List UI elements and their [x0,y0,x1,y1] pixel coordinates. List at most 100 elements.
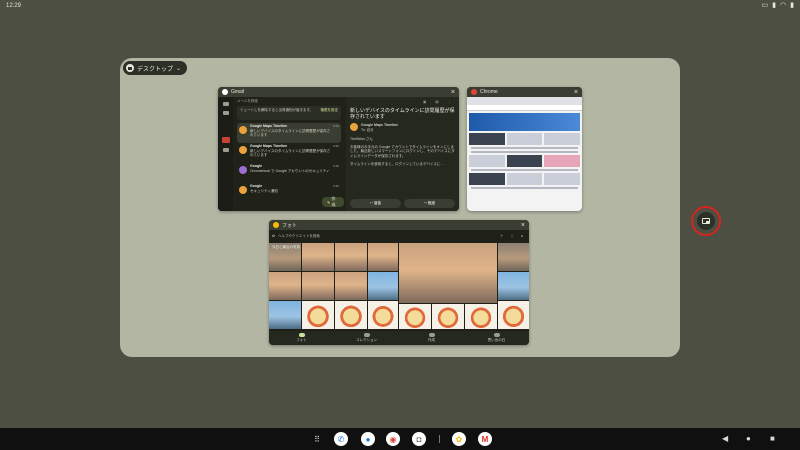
forward-button[interactable]: ↪ 転送 [404,199,455,208]
create-icon [428,333,435,337]
photos-titlebar[interactable]: フォト × [269,220,529,230]
gmail-title: Gmail [231,89,245,95]
launcher-icon[interactable]: ⠿ [310,432,324,446]
list-item-snippet: 新しいデバイスのタイムラインに訪問履歴が保存されています [250,148,331,158]
search-input[interactable]: メールを検索 [237,99,341,104]
photos-window[interactable]: フォト × ✿ ヘルプやクリエイトを検索 ＋ ♢ ● 今日と最近の写真 フォト … [269,220,529,345]
list-item[interactable]: Google Maps Timeline 新しいデバイスのタイムラインに訪問履歴が… [237,123,341,143]
camera-app-icon[interactable]: ◘ [412,432,426,446]
compose-label: 作成 [331,196,336,207]
photos-title: フォト [282,222,298,229]
reply-bar: ↩ 返信 ↪ 転送 [350,199,455,208]
back-icon[interactable]: ◀ [722,434,728,444]
close-icon[interactable]: × [451,89,455,96]
edit-icon[interactable] [222,111,229,115]
avatar [239,126,247,134]
status-bar: 12:29 ▭ ▮ ◠ ▮ [0,0,800,12]
photo-thumbnail[interactable] [498,243,529,271]
email-body-continued: タイムラインを使用すると、ログインしているデバイスに… [350,161,444,166]
avatar [239,166,247,174]
photos-search-bar[interactable]: ✿ ヘルプやクリエイトを検索 ＋ ♢ ● [272,232,526,240]
photos-toolbar-icons[interactable]: ＋ ♢ ● [500,234,526,239]
photo-thumbnail[interactable] [368,243,398,271]
page-banner [469,113,580,131]
text-line [471,169,578,171]
chrome-app-icon[interactable]: ◉ [386,432,400,446]
date-label: 今日と最近の写真 [272,245,300,249]
search-input[interactable]: ヘルプやクリエイトを検索 [278,234,320,239]
photo-thumbnail[interactable] [269,301,301,329]
photo-thumbnail[interactable] [498,301,529,329]
photo-thumbnail[interactable] [302,272,334,300]
gmail-nav-rail [218,97,233,211]
photo-thumbnail[interactable] [399,243,497,303]
photo-thumbnail[interactable] [302,301,334,329]
messages-app-icon[interactable]: ● [361,432,375,446]
photo-thumbnail[interactable] [368,272,398,300]
battery-icon: ▮ [772,2,777,9]
photo-thumbnail[interactable] [302,243,334,271]
photo-thumbnail[interactable] [368,301,398,329]
close-icon[interactable]: × [521,222,525,229]
chevron-down-icon: ⌄ [176,65,182,72]
email-body: お客様のお手元の Google アカウントでタイムラインをオンにしました。最近新… [350,144,455,158]
gmail-titlebar[interactable]: Gmail × [218,87,459,97]
tab-collections[interactable]: コレクション [334,331,399,345]
photo-thumbnail[interactable] [465,304,497,329]
tab-create[interactable]: 作成 [399,331,464,345]
chrome-window[interactable]: Chrome × [467,87,582,211]
content-row [469,155,581,167]
photo-thumbnail[interactable] [269,272,301,300]
menu-icon[interactable] [222,102,229,106]
gmail-app-icon [222,89,228,95]
video-icon[interactable] [222,148,229,152]
photos-app-icon[interactable]: ✿ [452,432,466,446]
system-tray[interactable]: ▭ ▮ ◠ ▮ [762,2,794,10]
tab-label: 作成 [428,338,435,342]
address-bar [467,105,582,111]
list-item-snippet: 新しいデバイスのタイムラインに訪問履歴が保存されています [250,128,331,138]
photo-thumbnail[interactable] [335,301,367,329]
photo-thumbnail[interactable] [498,272,529,300]
gmail-window[interactable]: Gmail × メールを検索 ミュートしを解除すると出荷通知が届きます。 権限を… [218,87,459,211]
wifi-icon: ◠ [780,2,787,9]
list-item[interactable]: Google Chromebook で Google アカウントのセキュリティ 9… [237,163,341,183]
reading-toolbar[interactable]: ▣ ▤ ⋮ [350,100,455,106]
phone-app-icon[interactable]: ✆ [334,432,348,446]
photo-thumbnail[interactable] [335,272,367,300]
mail-icon[interactable] [221,137,230,143]
desk-icon [126,64,134,72]
tab-photos[interactable]: フォト [269,331,334,345]
chrome-title: Chrome [480,89,498,95]
reply-button[interactable]: ↩ 返信 [350,199,401,208]
chrome-titlebar[interactable]: Chrome × [467,87,582,97]
mail-list: メールを検索 ミュートしを解除すると出荷通知が届きます。 権限を設定 Googl… [234,97,344,211]
chrome-app-icon [471,89,477,95]
webpage-thumbnail [467,97,582,211]
tab-strip [467,97,582,105]
compose-button[interactable]: ✎ 作成 [322,196,344,207]
email-subject: 新しいデバイスのタイムラインに訪問履歴が保存されています [350,108,455,120]
notice-card: ミュートしを解除すると出荷通知が届きます。 権限を設定 [237,106,341,120]
overview-icon[interactable]: ■ [770,434,775,444]
gmail-app-icon[interactable]: M [478,432,492,446]
desk-selector[interactable]: デスクトップ ⌄ [123,61,188,75]
notice-action-button[interactable]: 権限を設定 [321,108,339,113]
close-icon[interactable]: × [574,89,578,96]
battery-level-icon: ▮ [790,2,794,9]
new-desk-button[interactable] [691,206,721,236]
photo-grid [269,243,529,329]
home-icon[interactable]: ● [746,434,751,444]
photos-logo-icon: ✿ [272,234,275,238]
photo-thumbnail[interactable] [335,243,367,271]
memories-icon [493,333,500,337]
list-item-time: 9:50 [333,144,339,148]
list-item[interactable]: Google Maps Timeline 新しいデバイスのタイムラインに訪問履歴が… [237,143,341,163]
sender-name: Google Maps Timeline [361,123,399,127]
collection-icon [363,333,370,337]
tab-memories[interactable]: 思い出の日 [464,331,529,345]
photo-thumbnail[interactable] [432,304,464,329]
desk-label: デスクトップ [137,66,174,73]
photo-thumbnail[interactable] [399,304,431,329]
avatar [239,186,247,194]
